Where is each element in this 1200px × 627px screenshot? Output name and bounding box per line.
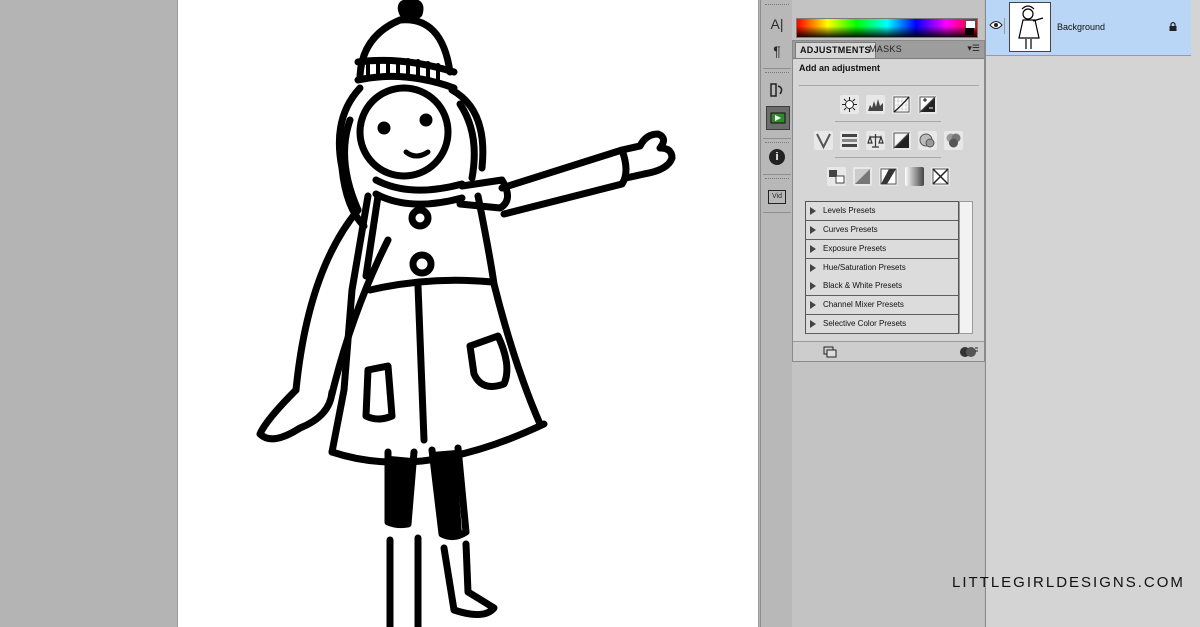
adjustments-panel-icon[interactable]: [766, 106, 790, 130]
animation-panel-icon[interactable]: Vid: [766, 186, 788, 208]
divider: [799, 85, 979, 86]
character-panel-icon[interactable]: A|: [766, 13, 788, 35]
layers-panel: Background: [985, 0, 1200, 627]
presets-list: Levels Presets Curves Presets Exposure P…: [805, 201, 959, 334]
vibrance-icon[interactable]: [814, 131, 833, 150]
hue-saturation-icon[interactable]: [840, 131, 859, 150]
layers-empty-area: [986, 56, 1191, 627]
divider: [835, 121, 941, 122]
threshold-icon[interactable]: [879, 167, 898, 186]
list-item[interactable]: Exposure Presets: [806, 240, 958, 259]
adjustments-panel: ADJUSTMENTS MASKS ▾☰ Add an adjustment L…: [792, 40, 985, 362]
dock-separator: [763, 68, 791, 69]
clone-source-icon[interactable]: [766, 79, 788, 101]
lock-icon: [1168, 21, 1178, 35]
dock-grip[interactable]: [765, 4, 789, 8]
expand-arrow-icon[interactable]: [810, 245, 816, 253]
preset-label: Levels Presets: [823, 206, 876, 215]
dock-grip[interactable]: [765, 72, 789, 76]
dock-separator: [763, 212, 791, 213]
preset-label: Exposure Presets: [823, 244, 887, 253]
black-white-icon[interactable]: [892, 131, 911, 150]
dock-separator: [763, 174, 791, 175]
preset-label: Hue/Saturation Presets: [823, 263, 906, 272]
expand-arrow-icon[interactable]: [810, 207, 816, 215]
list-item[interactable]: Black & White Presets: [806, 277, 958, 296]
expand-arrow-icon[interactable]: [810, 301, 816, 309]
tab-adjustments[interactable]: ADJUSTMENTS: [795, 42, 876, 58]
tab-masks[interactable]: MASKS: [865, 42, 906, 57]
panel-menu-icon[interactable]: ▾☰: [967, 43, 980, 54]
posterize-icon[interactable]: [853, 167, 872, 186]
panel-footer: [793, 341, 984, 361]
panel-tab-bar: ADJUSTMENTS MASKS ▾☰: [793, 41, 984, 59]
divider: [835, 157, 941, 158]
paragraph-panel-icon[interactable]: ¶: [766, 40, 788, 62]
girl-illustration: [256, 0, 676, 627]
info-panel-label: i: [769, 149, 785, 165]
list-item[interactable]: Curves Presets: [806, 221, 958, 240]
panel-heading: Add an adjustment: [799, 63, 881, 73]
layer-name: Background: [1057, 22, 1106, 32]
expand-arrow-icon[interactable]: [810, 282, 816, 290]
selective-color-icon[interactable]: [931, 167, 950, 186]
clip-to-layer-icon[interactable]: [959, 345, 979, 363]
expand-arrow-icon[interactable]: [810, 264, 816, 272]
gradient-map-icon[interactable]: [905, 167, 924, 186]
color-spectrum-bar[interactable]: [796, 18, 978, 38]
dock-grip[interactable]: [765, 178, 789, 182]
invert-icon[interactable]: [827, 167, 846, 186]
exposure-icon[interactable]: [918, 95, 937, 114]
expand-arrow-icon[interactable]: [810, 320, 816, 328]
color-balance-icon[interactable]: [866, 131, 885, 150]
expand-arrow-icon[interactable]: [810, 226, 816, 234]
info-panel-icon[interactable]: i: [766, 146, 788, 168]
document-canvas[interactable]: [178, 0, 758, 627]
photo-filter-icon[interactable]: [918, 131, 937, 150]
channel-mixer-icon[interactable]: [944, 131, 963, 150]
preset-label: Selective Color Presets: [823, 319, 907, 328]
brightness-contrast-icon[interactable]: [840, 95, 859, 114]
list-item[interactable]: Channel Mixer Presets: [806, 296, 958, 315]
preset-label: Black & White Presets: [823, 281, 903, 290]
preset-label: Curves Presets: [823, 225, 878, 234]
character-panel-label: A|: [770, 16, 784, 32]
dock-separator: [763, 138, 791, 139]
visibility-eye-icon[interactable]: [988, 18, 1005, 34]
black-swatch[interactable]: [965, 28, 974, 35]
presets-scrollbar[interactable]: [959, 201, 973, 334]
curves-icon[interactable]: [892, 95, 911, 114]
paragraph-panel-label: ¶: [773, 43, 781, 59]
layer-thumbnail: [1009, 2, 1051, 52]
return-to-list-icon[interactable]: [823, 345, 837, 363]
layer-row-background[interactable]: Background: [986, 0, 1191, 56]
panel-dock: A| ¶ i Vid: [760, 0, 794, 627]
list-item[interactable]: Selective Color Presets: [806, 315, 958, 334]
list-item[interactable]: Levels Presets: [806, 202, 958, 221]
levels-icon[interactable]: [866, 95, 885, 114]
preset-label: Channel Mixer Presets: [823, 300, 904, 309]
list-item[interactable]: Hue/Saturation Presets: [806, 259, 958, 278]
site-watermark: LITTLEGIRLDESIGNS.COM: [952, 574, 1185, 591]
animation-panel-label: Vid: [768, 190, 786, 204]
